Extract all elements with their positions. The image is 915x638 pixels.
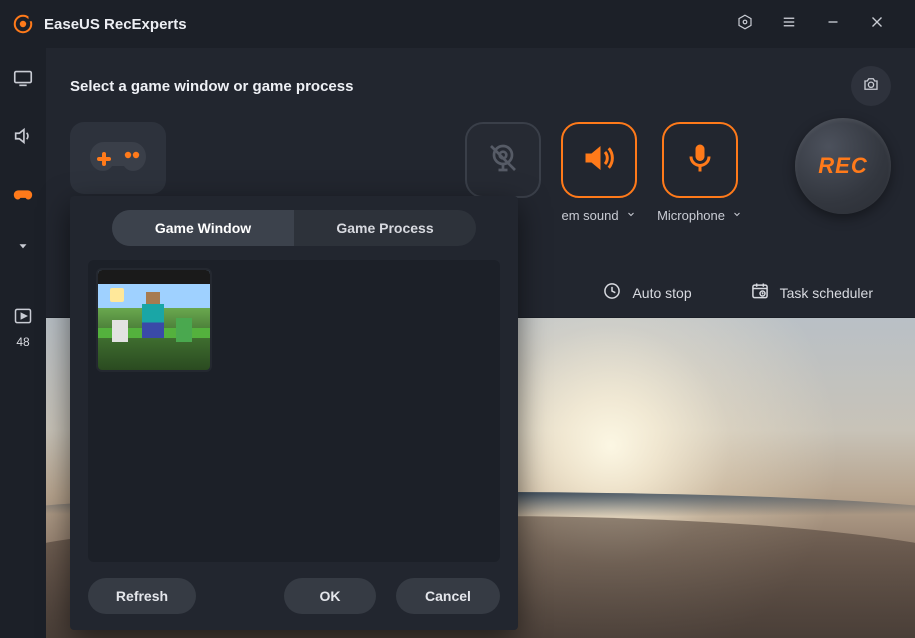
minimize-icon <box>824 13 842 36</box>
sidebar-library[interactable]: 48 <box>13 306 33 349</box>
page-heading: Select a game window or game process <box>70 78 353 95</box>
titlebar: EaseUS RecExperts <box>0 0 915 48</box>
chevron-down-icon <box>731 208 743 223</box>
settings-button[interactable] <box>723 0 767 48</box>
app-logo: EaseUS RecExperts <box>12 13 187 35</box>
sidebar-item-audio[interactable] <box>0 124 46 152</box>
system-sound-label-row[interactable]: em sound <box>562 208 637 223</box>
speaker-icon <box>12 125 34 152</box>
close-button[interactable] <box>855 0 899 48</box>
task-scheduler-button[interactable]: Task scheduler <box>750 281 873 304</box>
tab-game-process[interactable]: Game Process <box>294 210 476 246</box>
record-label: REC <box>818 153 867 179</box>
library-play-icon <box>13 306 33 331</box>
system-sound-label: em sound <box>562 208 619 223</box>
screenshot-button[interactable] <box>851 66 891 106</box>
tab-game-process-label: Game Process <box>336 220 433 236</box>
sidebar-expand[interactable] <box>0 234 46 262</box>
modal-tabs: Game Window Game Process <box>112 210 476 246</box>
system-sound-block: em sound <box>561 122 637 223</box>
ok-label: OK <box>320 588 341 604</box>
game-thumbnail[interactable] <box>98 270 210 370</box>
game-selector-modal: Game Window Game Process Refresh OK <box>70 196 518 630</box>
speaker-on-icon <box>581 140 617 181</box>
refresh-label: Refresh <box>116 588 168 604</box>
hamburger-menu-button[interactable] <box>767 0 811 48</box>
gamepad-icon <box>12 183 34 210</box>
game-source-button[interactable] <box>70 122 166 194</box>
hexagon-settings-icon <box>736 13 754 36</box>
microphone-label: Microphone <box>657 208 725 223</box>
microphone-block: Microphone <box>657 122 743 223</box>
cancel-label: Cancel <box>425 588 471 604</box>
record-button[interactable]: REC <box>795 118 891 214</box>
microphone-label-row[interactable]: Microphone <box>657 208 743 223</box>
auto-stop-label: Auto stop <box>632 285 691 301</box>
refresh-button[interactable]: Refresh <box>88 578 196 614</box>
tab-game-window-label: Game Window <box>155 220 251 236</box>
ok-button[interactable]: OK <box>284 578 376 614</box>
camera-icon <box>862 75 880 98</box>
system-sound-toggle[interactable] <box>561 122 637 198</box>
chevron-down-icon <box>625 208 637 223</box>
microphone-icon <box>682 140 718 181</box>
game-list[interactable] <box>88 260 500 562</box>
menu-icon <box>780 13 798 36</box>
sidebar-item-game[interactable] <box>0 182 46 210</box>
sidebar: 48 <box>0 48 46 638</box>
sidebar-item-screen[interactable] <box>0 66 46 94</box>
task-scheduler-label: Task scheduler <box>780 285 873 301</box>
tab-game-window[interactable]: Game Window <box>112 210 294 246</box>
close-icon <box>868 13 886 36</box>
calendar-icon <box>750 281 770 304</box>
monitor-icon <box>12 67 34 94</box>
minimize-button[interactable] <box>811 0 855 48</box>
microphone-toggle[interactable] <box>662 122 738 198</box>
cancel-button[interactable]: Cancel <box>396 578 500 614</box>
webcam-toggle[interactable] <box>465 122 541 198</box>
webcam-off-icon <box>485 140 521 181</box>
auto-stop-button[interactable]: Auto stop <box>602 281 691 304</box>
app-title: EaseUS RecExperts <box>44 16 187 33</box>
clock-icon <box>602 281 622 304</box>
game-source-block <box>70 122 166 194</box>
library-count: 48 <box>16 335 29 349</box>
logo-icon <box>12 13 34 35</box>
caret-down-icon <box>16 239 30 258</box>
app-window: EaseUS RecExperts 48 <box>0 0 915 638</box>
modal-actions: Refresh OK Cancel <box>88 562 500 614</box>
gamepad-large-icon <box>86 132 150 185</box>
